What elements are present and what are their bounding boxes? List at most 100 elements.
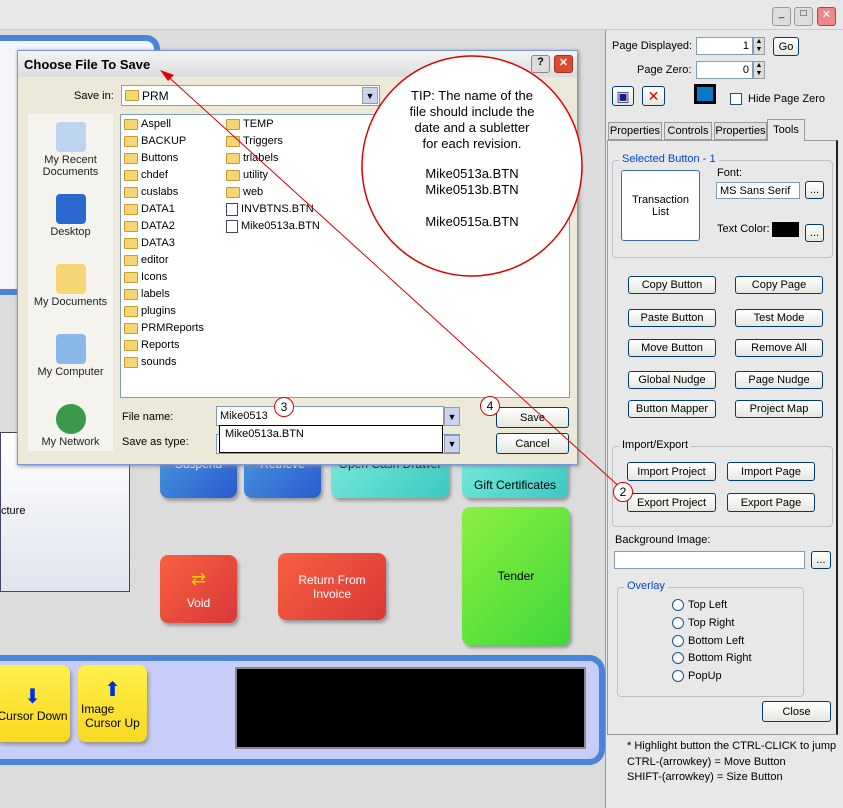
file-list-item[interactable]: TEMP [226, 116, 320, 133]
place-my-recent-documents[interactable]: My Recent Documents [28, 122, 113, 178]
return-from-invoice-button[interactable]: Return From Invoice [278, 553, 386, 620]
folder-icon [124, 152, 138, 164]
overlay-bottom-left-radio[interactable]: Bottom Left [672, 635, 744, 647]
file-list-item[interactable]: DATA1 [124, 201, 204, 218]
file-list-item[interactable]: BACKUP [124, 133, 204, 150]
file-name-dropdown-arrow[interactable]: ▼ [444, 407, 460, 426]
test-mode-button[interactable]: Test Mode [735, 309, 823, 327]
file-list-item[interactable]: DATA3 [124, 235, 204, 252]
cancel-button[interactable]: Cancel [496, 433, 569, 454]
move-button-button[interactable]: Move Button [628, 339, 716, 357]
copy-page-button[interactable]: Copy Page [735, 276, 823, 294]
tab-controls[interactable]: Controls [664, 122, 712, 140]
dialog-close-button[interactable]: ✕ [554, 55, 573, 73]
folder-icon [124, 288, 138, 300]
page-color-swatch[interactable] [694, 84, 716, 104]
global-nudge-button[interactable]: Global Nudge [628, 371, 716, 389]
close-window-button[interactable]: ✕ [817, 7, 836, 26]
cursor-down-button[interactable]: ⬇ Cursor Down [0, 665, 70, 742]
save-as-type-label: Save as type: [122, 436, 189, 448]
maximize-button[interactable]: □ [794, 7, 813, 26]
copy-button-button[interactable]: Copy Button [628, 276, 716, 294]
file-list-item[interactable]: trlabels [226, 150, 320, 167]
footer-hint-1: * Highlight button the CTRL-CLICK to jum… [627, 740, 837, 752]
void-button[interactable]: ⇄ Void [160, 555, 237, 623]
save-in-combo[interactable]: PRM [121, 85, 380, 106]
recent-documents-icon [55, 122, 86, 152]
my-documents-icon [55, 264, 86, 294]
hide-page-zero-label: Hide Page Zero [748, 93, 826, 105]
page-zero-input[interactable]: 0 [696, 61, 753, 79]
background-image-input[interactable] [614, 551, 805, 569]
button-mapper-button[interactable]: Button Mapper [628, 400, 716, 418]
overlay-top-right-radio[interactable]: Top Right [672, 617, 734, 629]
save-as-type-dropdown-arrow[interactable]: ▼ [444, 435, 460, 453]
file-list-item[interactable]: utility [226, 167, 320, 184]
file-list-item[interactable]: Triggers [226, 133, 320, 150]
export-page-button[interactable]: Export Page [727, 493, 815, 512]
save-button[interactable]: Save [496, 407, 569, 428]
file-list-item[interactable]: Aspell [124, 116, 204, 133]
file-name-input[interactable]: Mike0513 [216, 406, 444, 426]
page-nudge-button[interactable]: Page Nudge [735, 371, 823, 389]
folder-icon [124, 220, 138, 232]
file-list-item[interactable]: web [226, 184, 320, 201]
tab-properties-2[interactable]: Properties [714, 122, 767, 140]
font-browse-button[interactable]: ... [805, 181, 824, 199]
selected-button-preview[interactable]: Transaction List [621, 170, 700, 241]
save-in-dropdown-arrow[interactable]: ▼ [362, 87, 378, 104]
file-list-item[interactable]: labels [124, 286, 204, 303]
close-button[interactable]: Close [762, 701, 831, 722]
file-list-item[interactable]: editor [124, 252, 204, 269]
remove-all-button[interactable]: Remove All [735, 339, 823, 357]
project-map-button[interactable]: Project Map [735, 400, 823, 418]
arrow-down-icon: ⬇ [24, 686, 41, 708]
file-list-item[interactable]: Mike0513a.BTN [226, 218, 320, 235]
tab-properties-1[interactable]: Properties [608, 122, 662, 140]
save-icon[interactable]: ▣ [612, 86, 634, 106]
import-page-button[interactable]: Import Page [727, 462, 815, 481]
minimize-button[interactable]: _ [772, 7, 791, 26]
place-desktop[interactable]: Desktop [28, 194, 113, 238]
page-zero-spinner[interactable]: ▲ ▼ [753, 61, 765, 79]
folder-icon [124, 305, 138, 317]
file-list-item[interactable]: Icons [124, 269, 204, 286]
desktop-icon [55, 194, 86, 224]
hide-page-zero-checkbox[interactable] [730, 93, 742, 105]
go-button[interactable]: Go [773, 37, 799, 56]
footer-hint-2: CTRL-(arrowkey) = Move Button [627, 756, 786, 768]
place-my-computer[interactable]: My Computer [28, 334, 113, 378]
font-input[interactable]: MS Sans Serif [716, 182, 800, 199]
help-button[interactable]: ? [531, 55, 550, 73]
folder-icon [124, 203, 138, 215]
folder-icon [124, 237, 138, 249]
cursor-up-button[interactable]: ⬆ Image Cursor Up [78, 665, 147, 742]
export-project-button[interactable]: Export Project [627, 493, 716, 512]
file-list-item[interactable]: plugins [124, 303, 204, 320]
text-color-browse-button[interactable]: ... [805, 224, 824, 242]
delete-icon[interactable]: ✕ [642, 86, 665, 106]
places-bar: My Recent Documents Desktop My Documents… [28, 114, 113, 451]
page-displayed-input[interactable]: 1 [696, 37, 753, 55]
file-list-item[interactable]: cuslabs [124, 184, 204, 201]
tender-button[interactable]: Tender [462, 507, 570, 645]
file-list-item[interactable]: chdef [124, 167, 204, 184]
overlay-popup-radio[interactable]: PopUp [672, 670, 722, 682]
tab-tools[interactable]: Tools [767, 119, 805, 141]
place-my-network[interactable]: My Network [28, 404, 113, 448]
background-image-browse-button[interactable]: ... [811, 551, 831, 569]
file-list-item[interactable]: INVBTNS.BTN [226, 201, 320, 218]
overlay-bottom-right-radio[interactable]: Bottom Right [672, 652, 752, 664]
place-my-documents[interactable]: My Documents [28, 264, 113, 308]
overlay-top-left-radio[interactable]: Top Left [672, 599, 727, 611]
file-list-item[interactable]: Buttons [124, 150, 204, 167]
page-displayed-spinner[interactable]: ▲ ▼ [753, 37, 765, 55]
autocomplete-suggestion[interactable]: Mike0513a.BTN [219, 425, 443, 453]
file-list-item[interactable]: sounds [124, 354, 204, 371]
file-icon [226, 219, 238, 233]
import-project-button[interactable]: Import Project [627, 462, 716, 481]
file-list-item[interactable]: DATA2 [124, 218, 204, 235]
file-list-item[interactable]: Reports [124, 337, 204, 354]
file-list-item[interactable]: PRMReports [124, 320, 204, 337]
paste-button-button[interactable]: Paste Button [628, 309, 716, 327]
